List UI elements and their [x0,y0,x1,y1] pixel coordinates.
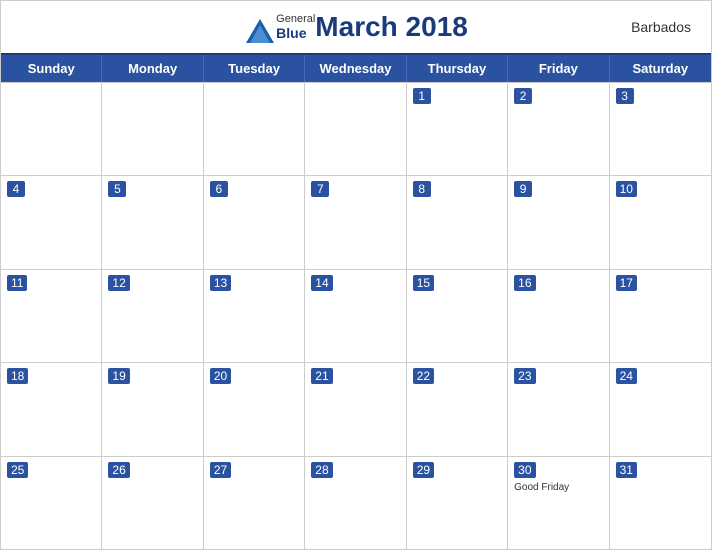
day-number: 8 [413,181,431,197]
day-number: 23 [514,368,535,384]
day-number: 9 [514,181,532,197]
day-cell: 24 [610,363,711,455]
day-number: 27 [210,462,231,478]
day-number: 28 [311,462,332,478]
day-cell: 0 [102,83,203,175]
day-cell: 15 [407,270,508,362]
day-number: 4 [7,181,25,197]
day-cell: 25 [1,457,102,549]
weeks-container: 0000123456789101112131415161718192021222… [1,82,711,549]
day-number: 15 [413,275,434,291]
day-cell: 7 [305,176,406,268]
day-number: 16 [514,275,535,291]
day-number: 22 [413,368,434,384]
week-row-3: 18 19 20 21 22 23 24 [1,362,711,455]
day-cell: 30 Good Friday [508,457,609,549]
day-cell: 1 [407,83,508,175]
logo: General Blue [244,13,315,41]
day-cell: 20 [204,363,305,455]
day-number: 5 [108,181,126,197]
day-cell: 12 [102,270,203,362]
day-cell: 10 [610,176,711,268]
day-number: 31 [616,462,637,478]
day-cell: 13 [204,270,305,362]
day-header-sunday: Sunday [1,55,102,82]
day-headers-row: SundayMondayTuesdayWednesdayThursdayFrid… [1,55,711,82]
day-cell: 4 [1,176,102,268]
week-row-0: 0000123 [1,82,711,175]
logo-text-block: General Blue [276,13,315,41]
day-number: 30 [514,462,535,478]
day-cell: 31 [610,457,711,549]
day-cell: 26 [102,457,203,549]
day-cell: 22 [407,363,508,455]
day-header-monday: Monday [102,55,203,82]
day-cell: 9 [508,176,609,268]
week-row-1: 4 5 6 7 8 9 10 [1,175,711,268]
day-cell: 14 [305,270,406,362]
day-cell: 27 [204,457,305,549]
day-number: 25 [7,462,28,478]
holiday-label: Good Friday [514,482,602,493]
day-number: 10 [616,181,637,197]
day-cell: 23 [508,363,609,455]
logo-general-text: General [276,13,315,25]
day-cell: 2 [508,83,609,175]
day-number: 13 [210,275,231,291]
day-cell: 11 [1,270,102,362]
day-number: 18 [7,368,28,384]
day-number: 19 [108,368,129,384]
day-number: 1 [413,88,431,104]
day-header-tuesday: Tuesday [204,55,305,82]
day-header-wednesday: Wednesday [305,55,406,82]
day-number: 26 [108,462,129,478]
day-number: 11 [7,275,27,291]
day-number: 3 [616,88,634,104]
week-row-2: 11 12 13 14 15 16 17 [1,269,711,362]
day-number: 2 [514,88,532,104]
day-number: 14 [311,275,332,291]
day-cell: 0 [305,83,406,175]
week-row-4: 25 26 27 28 29 30 Good Friday 31 [1,456,711,549]
calendar-grid: SundayMondayTuesdayWednesdayThursdayFrid… [1,53,711,549]
day-cell: 28 [305,457,406,549]
day-cell: 3 [610,83,711,175]
day-cell: 19 [102,363,203,455]
day-number: 24 [616,368,637,384]
day-number: 7 [311,181,329,197]
day-cell: 29 [407,457,508,549]
day-header-thursday: Thursday [407,55,508,82]
day-number: 6 [210,181,228,197]
calendar-title: March 2018 [315,11,468,43]
day-cell: 18 [1,363,102,455]
day-cell: 0 [204,83,305,175]
country-label: Barbados [631,19,691,35]
day-number: 12 [108,275,129,291]
day-cell: 21 [305,363,406,455]
day-cell: 5 [102,176,203,268]
day-number: 21 [311,368,332,384]
calendar-container: General Blue March 2018 Barbados SundayM… [0,0,712,550]
logo-icon [244,17,272,37]
day-header-friday: Friday [508,55,609,82]
day-header-saturday: Saturday [610,55,711,82]
calendar-header: General Blue March 2018 Barbados [1,1,711,53]
day-number: 20 [210,368,231,384]
day-cell: 17 [610,270,711,362]
logo-blue-text: Blue [276,25,315,41]
day-cell: 6 [204,176,305,268]
day-number: 17 [616,275,637,291]
day-cell: 16 [508,270,609,362]
day-cell: 8 [407,176,508,268]
day-cell: 0 [1,83,102,175]
day-number: 29 [413,462,434,478]
